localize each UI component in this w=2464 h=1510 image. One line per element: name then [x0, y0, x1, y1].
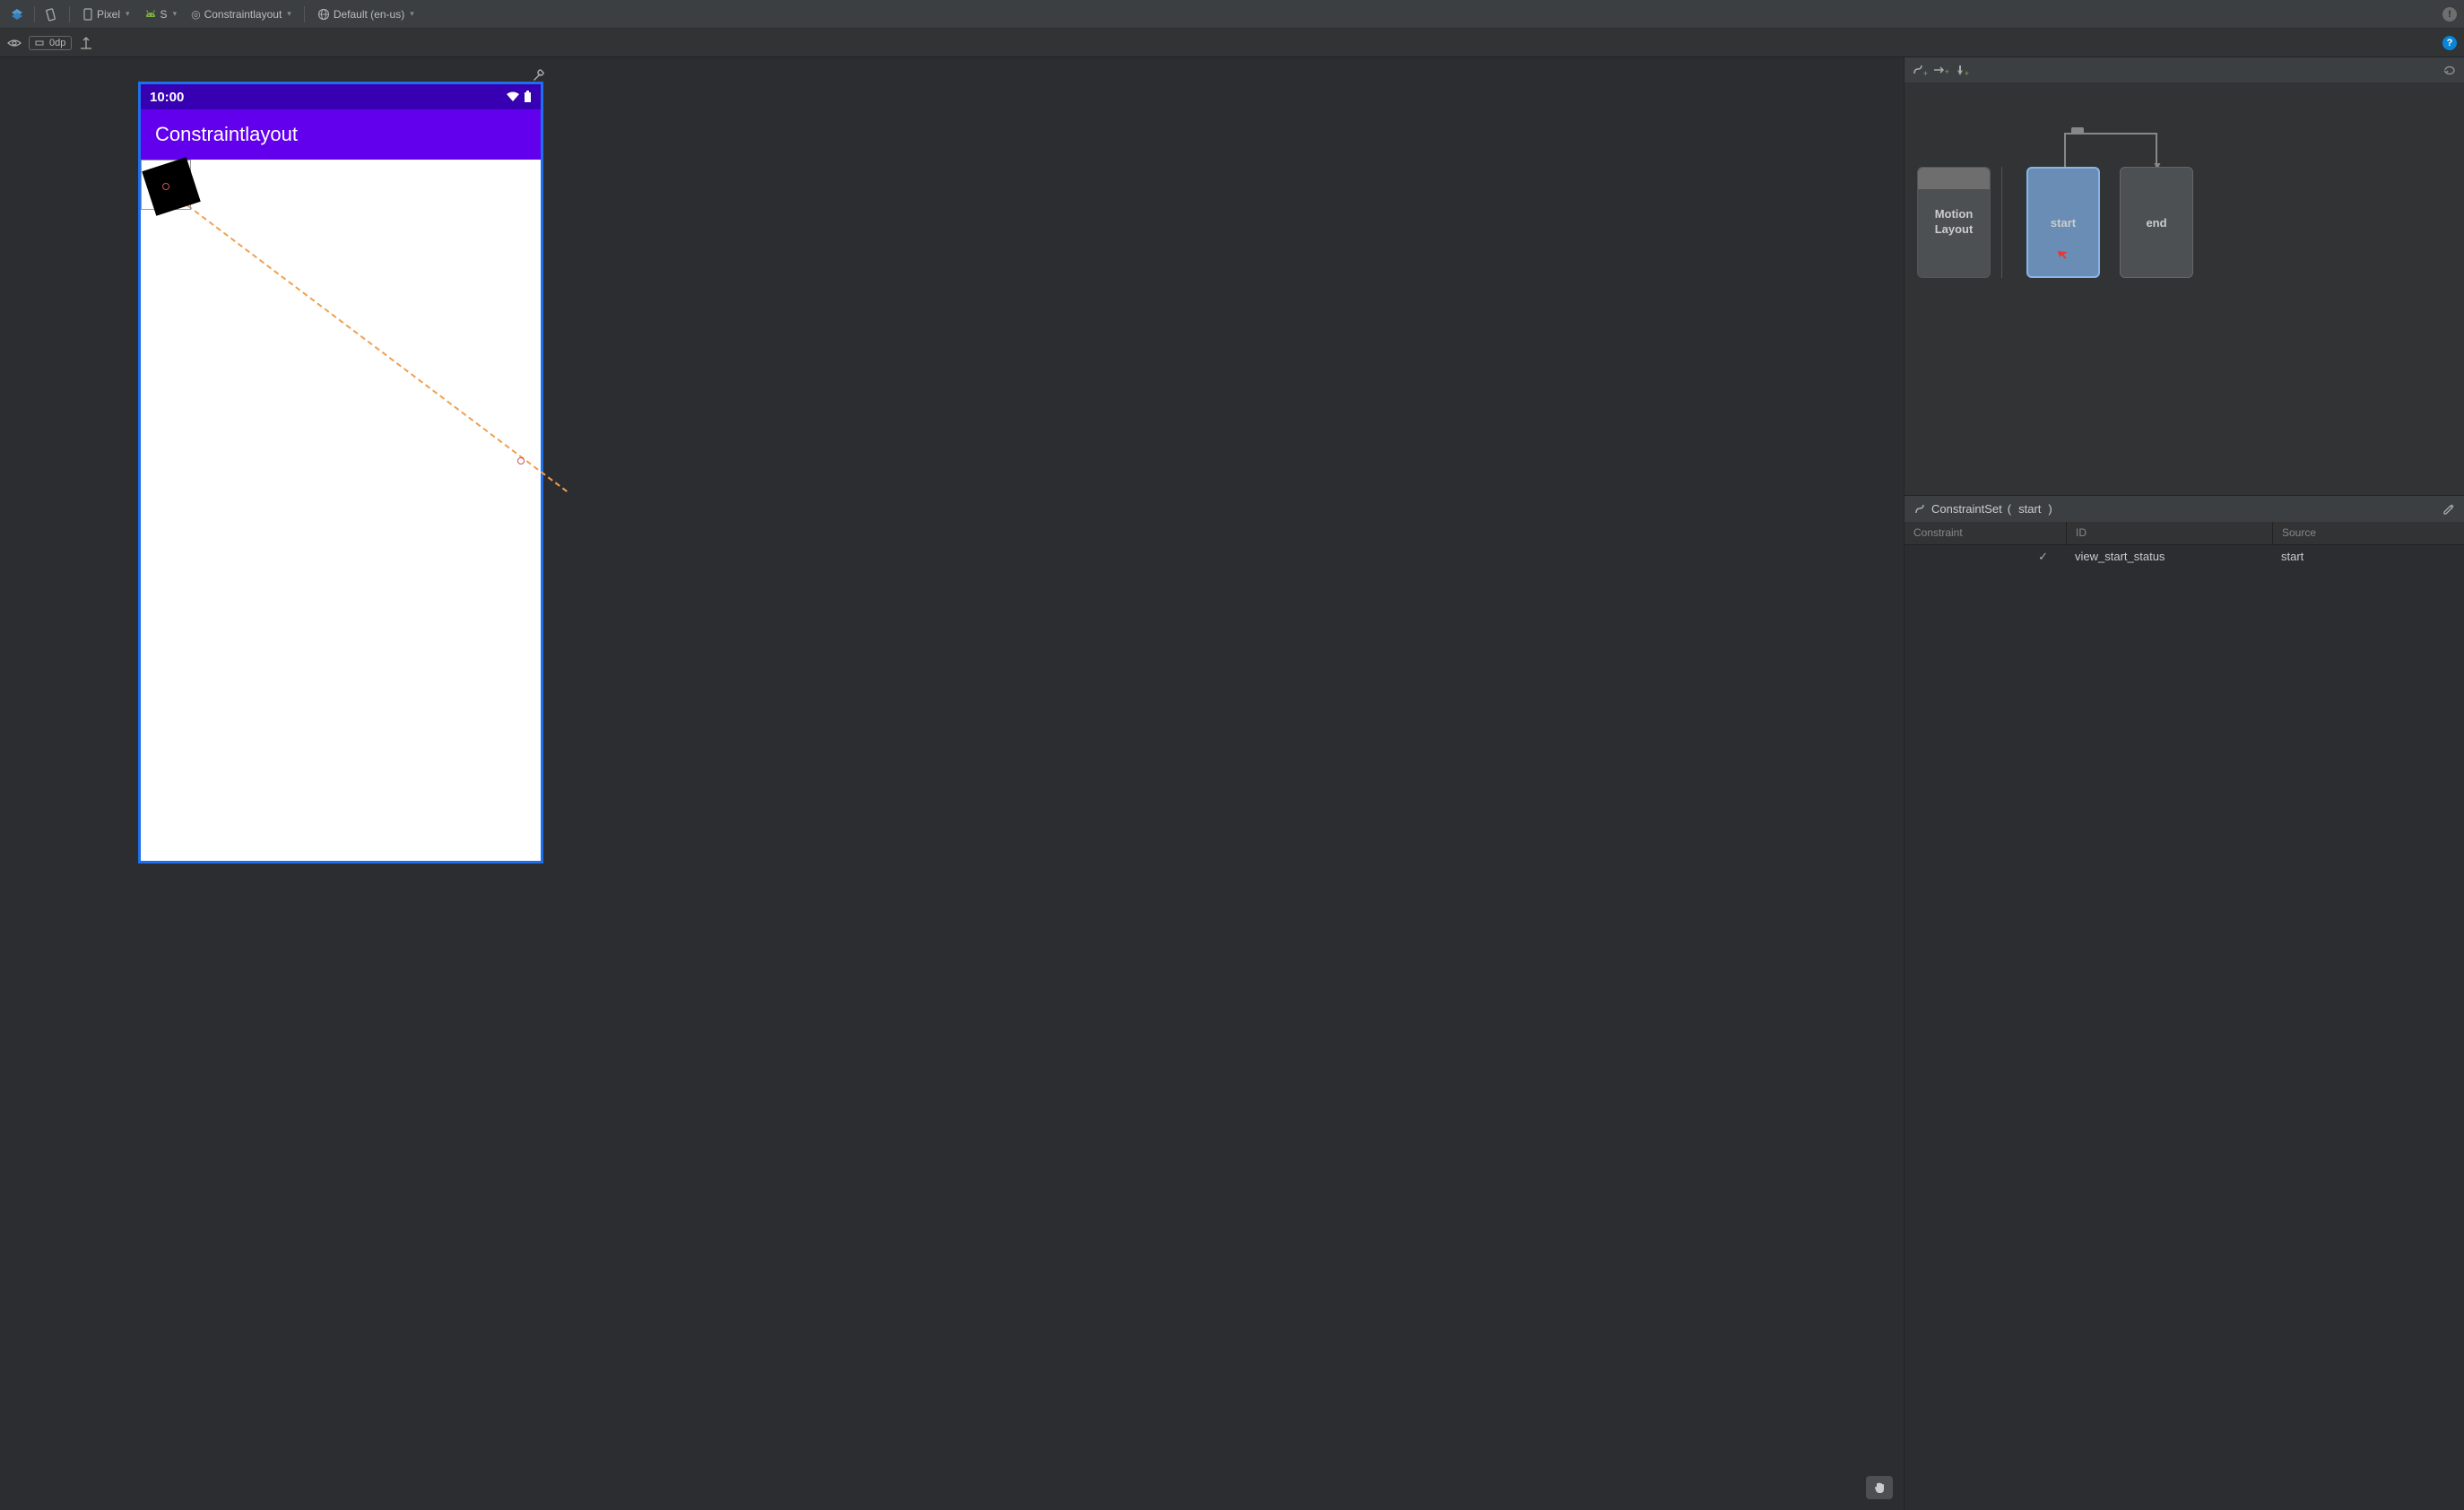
orientation-icon[interactable]: [42, 4, 62, 24]
wifi-icon: [506, 91, 520, 102]
col-source: Source: [2272, 522, 2464, 544]
create-click-handler-icon[interactable]: +: [1955, 64, 1965, 76]
end-state-card[interactable]: end: [2120, 167, 2193, 278]
start-state-card[interactable]: start: [2026, 167, 2100, 278]
autoconnect-icon[interactable]: [79, 36, 93, 50]
transition-left-line: [2064, 133, 2066, 167]
separator: [304, 6, 305, 22]
device-label: Pixel: [97, 8, 120, 21]
separator: [34, 6, 35, 22]
constraint-row[interactable]: ✓ view_start_status start: [1904, 545, 2464, 568]
view-options-toolbar: 0dp ?: [0, 29, 2464, 57]
main-split: 10:00 Constraintlayout: [0, 57, 2464, 1510]
motion-layout-label-2: Layout: [1935, 222, 1974, 238]
app-title: Constraintlayout: [155, 123, 298, 146]
locale-label: Default (en-us): [334, 8, 404, 21]
constraint-check: ✓: [1904, 545, 2066, 568]
api-dropdown[interactable]: S ▾: [139, 6, 183, 22]
theme-icon: ◎: [191, 8, 200, 21]
device-dropdown[interactable]: Pixel ▾: [77, 6, 135, 22]
app-bar: Constraintlayout: [141, 109, 541, 160]
col-id: ID: [2066, 522, 2272, 544]
chevron-down-icon: ▾: [173, 9, 178, 19]
globe-icon: [317, 8, 330, 21]
paren-close: ): [2048, 502, 2052, 516]
start-state-label: start: [2051, 216, 2076, 230]
help-icon[interactable]: ?: [2442, 36, 2457, 50]
constraintset-title-value: start: [2018, 502, 2041, 516]
cursor-icon: [2055, 246, 2071, 262]
motion-layout-card[interactable]: Motion Layout: [1917, 167, 1991, 278]
graph-separator: [2001, 167, 2002, 278]
theme-dropdown[interactable]: ◎ Constraintlayout ▾: [186, 6, 297, 22]
constraint-id: view_start_status: [2066, 545, 2272, 568]
constraintset-title-prefix: ConstraintSet: [1931, 502, 2002, 516]
edit-icon[interactable]: [2442, 503, 2455, 516]
design-panel: 10:00 Constraintlayout: [0, 57, 1904, 1510]
motion-graph[interactable]: Motion Layout ▼ start end: [1904, 82, 2464, 495]
pan-button[interactable]: [1866, 1476, 1893, 1499]
constraintset-table-header: Constraint ID Source: [1904, 522, 2464, 545]
chevron-down-icon: ▾: [287, 9, 291, 19]
motion-layout-label-1: Motion: [1935, 207, 1974, 222]
motion-editor-panel: + + + Motion Layout: [1904, 57, 2464, 1510]
end-state-label: end: [2146, 216, 2166, 230]
separator: [69, 6, 70, 22]
transition-line[interactable]: [2064, 133, 2157, 135]
visibility-icon[interactable]: [7, 38, 22, 48]
motion-path: [165, 188, 567, 492]
api-label: S: [161, 8, 168, 21]
col-constraint: Constraint: [1904, 522, 2066, 544]
motion-toolbar: + + +: [1904, 57, 2464, 82]
tools-icon[interactable]: [533, 68, 545, 81]
status-bar: 10:00: [141, 84, 541, 109]
create-transition-icon[interactable]: +: [1933, 65, 1946, 74]
constraintset-header: ConstraintSet ( start ): [1904, 495, 2464, 522]
path-end-marker: [517, 457, 525, 464]
android-icon: [144, 9, 157, 20]
theme-label: Constraintlayout: [204, 8, 282, 21]
warnings-icon[interactable]: !: [2442, 7, 2457, 22]
chevron-down-icon: ▾: [410, 9, 414, 19]
locale-dropdown[interactable]: Default (en-us) ▾: [312, 6, 420, 22]
chevron-down-icon: ▾: [126, 9, 130, 19]
create-constraintset-icon[interactable]: +: [1912, 64, 1924, 76]
paren-open: (: [2008, 502, 2011, 516]
battery-icon: [524, 91, 532, 103]
constraint-source: start: [2272, 545, 2464, 568]
constraintset-empty-area: [1904, 568, 2464, 1510]
design-canvas[interactable]: 10:00 Constraintlayout: [0, 57, 1904, 1510]
cycle-icon[interactable]: [2442, 64, 2457, 76]
constraintset-icon: [1913, 503, 1926, 516]
status-time: 10:00: [150, 90, 184, 105]
design-toolbar: Pixel ▾ S ▾ ◎ Constraintlayout ▾ Default…: [0, 0, 2464, 29]
path-start-marker: [162, 183, 169, 190]
preview-body[interactable]: [141, 160, 541, 861]
device-preview[interactable]: 10:00 Constraintlayout: [139, 82, 542, 863]
default-margin-selector[interactable]: 0dp: [29, 36, 72, 50]
margin-value: 0dp: [49, 38, 65, 48]
surface-icon[interactable]: [7, 4, 27, 24]
